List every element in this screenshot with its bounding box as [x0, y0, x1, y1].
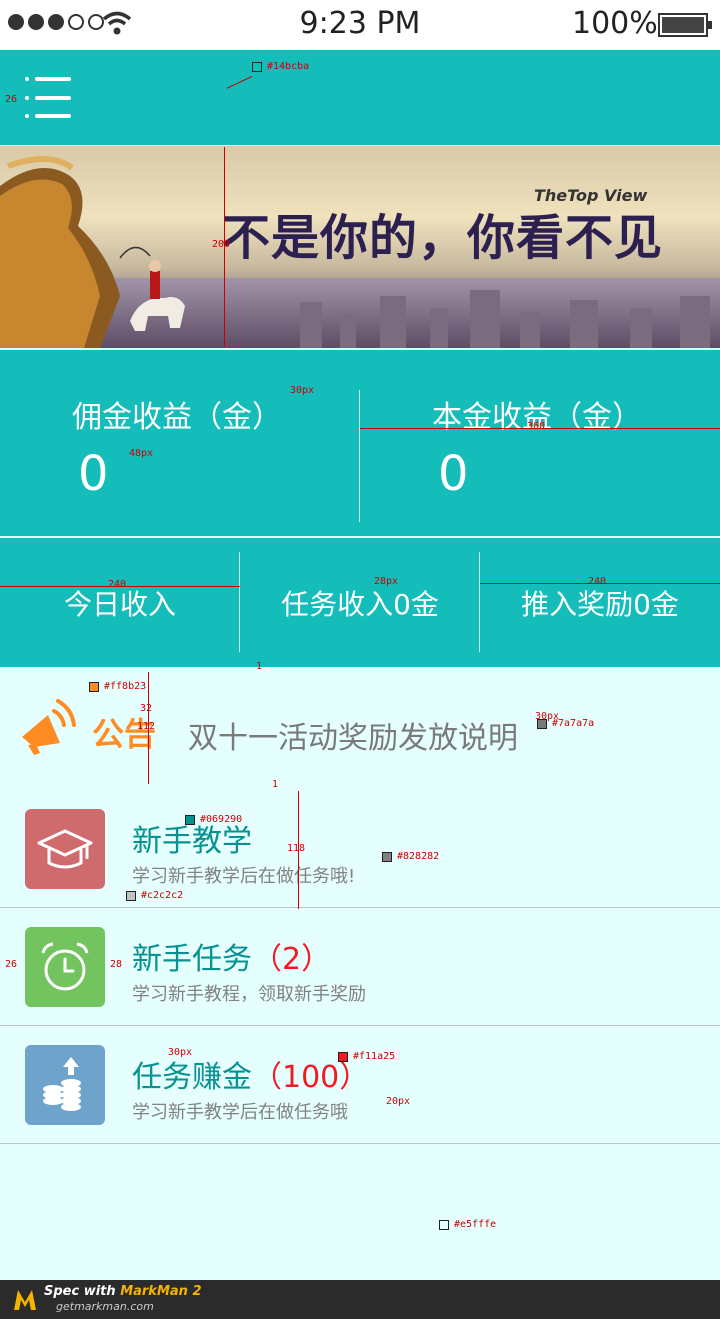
referral-reward[interactable]: 推入奖励0金: [480, 538, 720, 667]
coins-upload-icon: [25, 1045, 105, 1125]
graduation-cap-icon: [25, 809, 105, 889]
principal-value: 0: [438, 446, 469, 502]
menu-icon[interactable]: [25, 77, 73, 119]
today-income[interactable]: 今日收入: [0, 538, 240, 667]
top-bar: [0, 50, 720, 145]
list-item-earn-gold[interactable]: 任务赚金（100） 学习新手教学后在做任务哦: [0, 1026, 720, 1144]
stats-divider: [359, 390, 360, 522]
item-title: 任务赚金（100）: [132, 1060, 370, 1095]
item-subtitle: 学习新手教程，领取新手奖励: [132, 984, 366, 1005]
footer-site: getmarkman.com: [56, 1300, 154, 1313]
battery-percent: 100%: [572, 6, 658, 41]
income-row: 今日收入 任务收入0金 推入奖励0金: [0, 538, 720, 667]
footer-spec: Spec with MarkMan 2: [44, 1284, 202, 1299]
commission-value: 0: [78, 446, 109, 502]
item-subtitle: 学习新手教学后在做任务哦: [132, 1102, 348, 1123]
status-bar: 9:23 PM 100%: [0, 0, 720, 50]
item-subtitle: 学习新手教学后在做任务哦!: [132, 866, 356, 887]
commission-label: 佣金收益（金）: [72, 400, 282, 435]
task-income[interactable]: 任务收入0金: [240, 538, 480, 667]
earnings-panel: 佣金收益（金） 0 本金收益（金） 0: [0, 350, 720, 536]
alarm-clock-icon: [25, 927, 105, 1007]
item-title: 新手任务（2）: [132, 942, 332, 977]
banner-image[interactable]: TheTop View 不是你的，你看不见: [0, 146, 720, 348]
megaphone-icon: [22, 699, 76, 755]
notice-title: 公告: [92, 715, 157, 753]
markman-footer: Spec with MarkMan 2 getmarkman.com: [0, 1280, 720, 1319]
notice-message[interactable]: 双十一活动奖励发放说明: [188, 713, 518, 757]
list-item-newbie-task[interactable]: 新手任务（2） 学习新手教程，领取新手奖励: [0, 908, 720, 1026]
banner-slogan: 不是你的，你看不见: [222, 210, 664, 266]
list-item-tutorial[interactable]: 新手教学 学习新手教学后在做任务哦!: [0, 790, 720, 908]
markman-logo-icon: [14, 1290, 36, 1310]
battery-icon: [658, 13, 712, 37]
statue-figure: [0, 155, 185, 348]
